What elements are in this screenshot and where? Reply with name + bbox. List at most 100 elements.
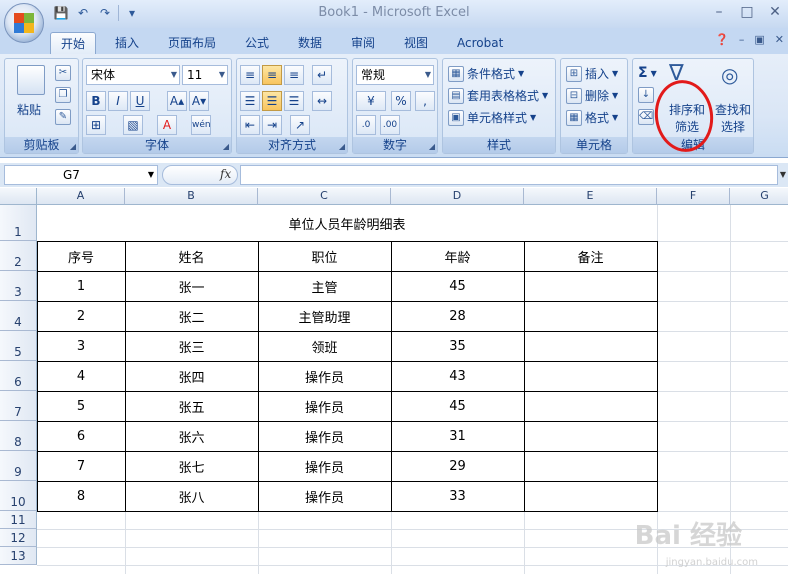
table-cell[interactable]: 4 (37, 361, 125, 391)
table-header-cell[interactable]: 姓名 (125, 241, 258, 271)
sheet-title[interactable]: 单位人员年龄明细表 (37, 205, 657, 241)
align-top-icon[interactable]: ≡ (240, 65, 260, 85)
expand-formula-icon[interactable]: ▼ (778, 165, 788, 185)
font-size-combo[interactable]: 11 ▼ (182, 65, 228, 85)
column-header-a[interactable]: A (37, 188, 125, 205)
find-select-button[interactable]: 查找和 选择 (715, 101, 751, 135)
table-cell[interactable]: 7 (37, 451, 125, 481)
table-cell[interactable]: 33 (391, 481, 524, 511)
bold-button[interactable]: B (86, 91, 106, 111)
italic-button[interactable]: I (108, 91, 128, 111)
row-header-11[interactable]: 11 (0, 511, 37, 529)
table-cell[interactable] (524, 421, 657, 451)
align-right-icon[interactable]: ☰ (284, 91, 304, 111)
table-cell[interactable]: 3 (37, 331, 125, 361)
delete-cells-button[interactable]: ⊟ 删除 ▼ (566, 87, 618, 104)
tab-acrobat[interactable]: Acrobat (447, 32, 513, 54)
table-cell[interactable]: 5 (37, 391, 125, 421)
table-cell[interactable]: 8 (37, 481, 125, 511)
percent-button[interactable]: % (391, 91, 411, 111)
table-cell[interactable] (524, 271, 657, 301)
tab-home[interactable]: 开始 (50, 32, 97, 54)
help-icon[interactable]: ❓ (715, 33, 729, 46)
shrink-font-icon[interactable]: A▾ (189, 91, 209, 111)
table-cell[interactable] (524, 361, 657, 391)
doc-close-icon[interactable]: ✕ (775, 33, 784, 46)
row-header-5[interactable]: 5 (0, 331, 37, 361)
table-cell[interactable]: 操作员 (258, 391, 391, 421)
table-cell[interactable] (524, 451, 657, 481)
font-name-combo[interactable]: 宋体 ▼ (86, 65, 180, 85)
table-cell[interactable]: 43 (391, 361, 524, 391)
table-cell[interactable]: 31 (391, 421, 524, 451)
table-cell[interactable]: 45 (391, 271, 524, 301)
conditional-format-button[interactable]: ▦ 条件格式 ▼ (448, 65, 524, 82)
doc-minimize-icon[interactable]: – (739, 33, 745, 46)
table-cell[interactable]: 操作员 (258, 361, 391, 391)
paste-button[interactable]: 粘贴 (17, 101, 41, 118)
decrease-decimal-icon[interactable]: .00 (380, 115, 400, 135)
column-header-b[interactable]: B (125, 188, 258, 205)
worksheet-grid[interactable]: ABCDEFG 1 2 3 4 5 6 7 8 9 10 11 12 13 单位人员年龄明细表 序号 姓名职… (0, 188, 788, 574)
table-cell[interactable] (524, 481, 657, 511)
column-header-c[interactable]: C (258, 188, 391, 205)
formula-input[interactable] (240, 165, 778, 185)
grow-font-icon[interactable]: A▴ (167, 91, 187, 111)
number-format-combo[interactable]: 常规 ▼ (356, 65, 434, 85)
accounting-format-icon[interactable]: ¥ (356, 91, 386, 111)
table-cell[interactable]: 张五 (125, 391, 258, 421)
binoculars-icon[interactable]: ◎ (721, 63, 738, 87)
cell-styles-button[interactable]: ▣ 单元格样式 ▼ (448, 109, 536, 126)
table-cell[interactable]: 张八 (125, 481, 258, 511)
name-box[interactable]: G7 ▼ (4, 165, 158, 185)
align-middle-icon[interactable]: ≡ (262, 65, 282, 85)
table-header-cell[interactable]: 职位 (258, 241, 391, 271)
align-bottom-icon[interactable]: ≡ (284, 65, 304, 85)
select-all-corner[interactable] (0, 188, 37, 205)
table-cell[interactable] (524, 391, 657, 421)
table-header-cell[interactable]: 序号 (37, 241, 125, 271)
insert-cells-button[interactable]: ⊞ 插入 ▼ (566, 65, 618, 82)
row-header-13[interactable]: 13 (0, 547, 37, 565)
row-header-12[interactable]: 12 (0, 529, 37, 547)
format-as-table-button[interactable]: ▤ 套用表格格式 ▼ (448, 87, 548, 104)
office-button[interactable] (4, 3, 44, 43)
increase-decimal-icon[interactable]: .0 (356, 115, 376, 135)
format-cells-button[interactable]: ▦ 格式 ▼ (566, 109, 618, 126)
table-cell[interactable]: 1 (37, 271, 125, 301)
merge-center-icon[interactable]: ↔ (312, 91, 332, 111)
copy-icon[interactable]: ❐ (55, 87, 71, 103)
row-header-3[interactable]: 3 (0, 271, 37, 301)
fill-color-icon[interactable]: ▧ (123, 115, 143, 135)
align-left-icon[interactable]: ☰ (240, 91, 260, 111)
row-header-6[interactable]: 6 (0, 361, 37, 391)
table-cell[interactable] (524, 331, 657, 361)
borders-icon[interactable]: ⊞ (86, 115, 106, 135)
underline-button[interactable]: U (130, 91, 150, 111)
wrap-text-icon[interactable]: ↵ (312, 65, 332, 85)
number-launcher-icon[interactable]: ◢ (429, 142, 435, 151)
table-cell[interactable]: 操作员 (258, 451, 391, 481)
tab-formulas[interactable]: 公式 (235, 32, 279, 54)
paste-icon[interactable] (17, 65, 45, 95)
table-cell[interactable]: 2 (37, 301, 125, 331)
row-header-4[interactable]: 4 (0, 301, 37, 331)
table-cell[interactable]: 操作员 (258, 421, 391, 451)
maximize-icon[interactable]: □ (738, 2, 756, 22)
table-cell[interactable]: 45 (391, 391, 524, 421)
column-header-d[interactable]: D (391, 188, 524, 205)
table-cell[interactable]: 张一 (125, 271, 258, 301)
column-header-f[interactable]: F (657, 188, 730, 205)
font-color-icon[interactable]: A (157, 115, 177, 135)
table-cell[interactable]: 领班 (258, 331, 391, 361)
tab-data[interactable]: 数据 (288, 32, 332, 54)
column-header-e[interactable]: E (524, 188, 657, 205)
autosum-icon[interactable]: Σ ▼ (638, 65, 657, 81)
increase-indent-icon[interactable]: ⇥ (262, 115, 282, 135)
clear-icon[interactable]: ⌫ (638, 109, 654, 125)
table-header-cell[interactable]: 备注 (524, 241, 657, 271)
fill-icon[interactable]: ↓ (638, 87, 654, 103)
tab-review[interactable]: 审阅 (341, 32, 385, 54)
cut-icon[interactable]: ✂ (55, 65, 71, 81)
doc-restore-icon[interactable]: ▣ (754, 33, 764, 46)
